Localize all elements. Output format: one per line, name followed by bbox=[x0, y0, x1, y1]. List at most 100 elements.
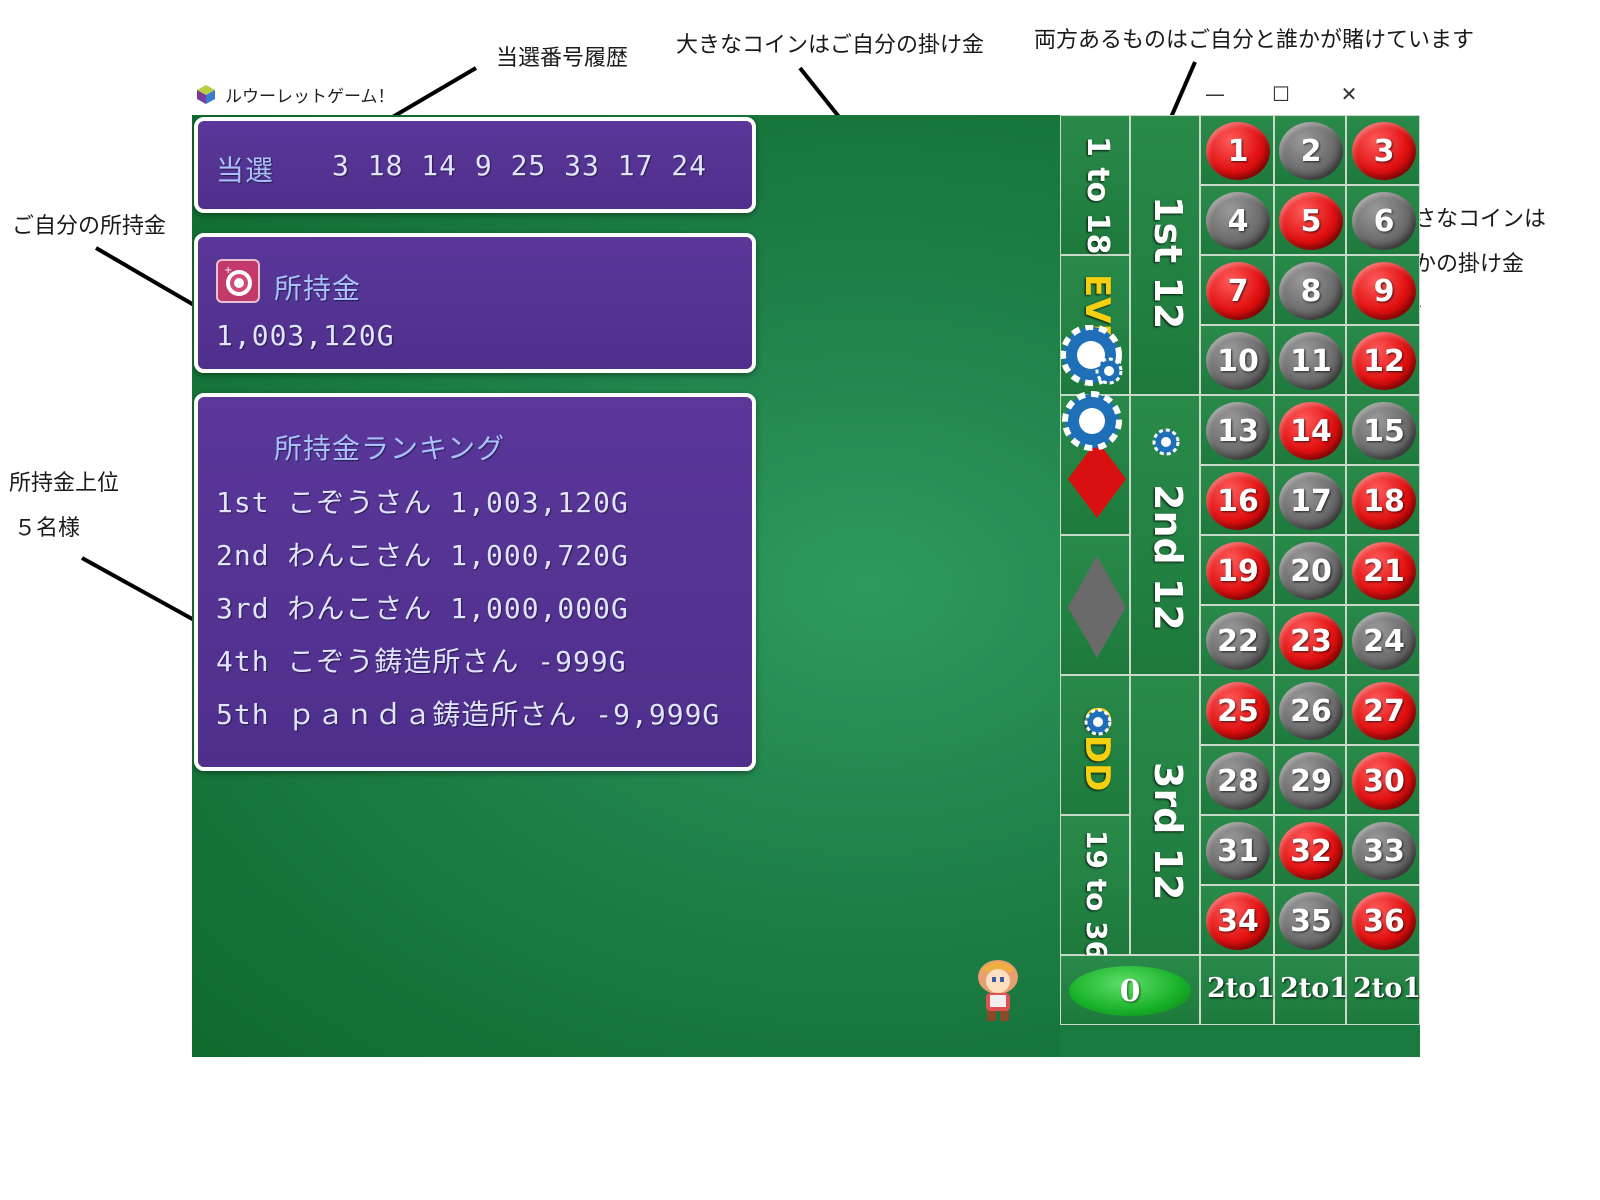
bet-number-cell[interactable]: 25 bbox=[1200, 675, 1274, 745]
bet-number-cell[interactable]: 8 bbox=[1274, 255, 1346, 325]
number-ball: 20 bbox=[1279, 542, 1343, 600]
number-ball: 22 bbox=[1206, 612, 1270, 670]
bet-number-cell[interactable]: 23 bbox=[1274, 605, 1346, 675]
bet-odd[interactable]: ODD bbox=[1060, 675, 1130, 815]
bet-dozen-3[interactable]: 3rd 12 bbox=[1130, 675, 1200, 955]
bet-number-cell[interactable]: 29 bbox=[1274, 745, 1346, 815]
number-ball: 33 bbox=[1352, 822, 1416, 880]
bet-number-cell[interactable]: 14 bbox=[1274, 395, 1346, 465]
money-panel: + 所持金 1,003,120G bbox=[194, 233, 756, 373]
small-chip-icon bbox=[1084, 708, 1112, 736]
annotation-top5-2: ５名様 bbox=[14, 516, 81, 541]
bet-low-1-18[interactable]: 1 to 18 bbox=[1060, 115, 1130, 255]
number-ball: 31 bbox=[1206, 822, 1270, 880]
number-ball: 16 bbox=[1206, 472, 1270, 530]
money-value: 1,003,120G bbox=[216, 319, 395, 352]
chip-icon bbox=[1062, 391, 1122, 451]
bet-number-cell[interactable]: 1 bbox=[1200, 115, 1274, 185]
app-icon bbox=[197, 85, 215, 104]
number-ball: 17 bbox=[1279, 472, 1343, 530]
number-ball: 13 bbox=[1206, 402, 1270, 460]
bet-high-19-36[interactable]: 19 to 36 bbox=[1060, 815, 1130, 960]
number-ball: 14 bbox=[1279, 402, 1343, 460]
close-button[interactable]: ✕ bbox=[1319, 74, 1379, 114]
bet-number-cell[interactable]: 22 bbox=[1200, 605, 1274, 675]
number-ball: 9 bbox=[1352, 262, 1416, 320]
bet-number-cell[interactable]: 33 bbox=[1346, 815, 1420, 885]
number-ball: 18 bbox=[1352, 472, 1416, 530]
bet-number-cell[interactable]: 35 bbox=[1274, 885, 1346, 955]
bet-number-cell[interactable]: 31 bbox=[1200, 815, 1274, 885]
bet-number-cell[interactable]: 10 bbox=[1200, 325, 1274, 395]
bet-black[interactable] bbox=[1060, 535, 1130, 675]
number-ball: 3 bbox=[1352, 122, 1416, 180]
bet-zero[interactable]: 0 bbox=[1060, 955, 1200, 1025]
bet-number-cell[interactable]: 34 bbox=[1200, 885, 1274, 955]
bet-number-cell[interactable]: 9 bbox=[1346, 255, 1420, 325]
window-title: ルウーレットゲーム！ bbox=[225, 86, 395, 107]
annotation-both: 両方あるものはご自分と誰かが賭けています bbox=[1034, 28, 1475, 53]
game-canvas[interactable]: 当選 3 18 14 9 25 33 17 24 + 所持金 1,003,120… bbox=[192, 115, 1420, 1057]
number-ball: 8 bbox=[1279, 262, 1343, 320]
number-ball: 2 bbox=[1279, 122, 1343, 180]
bet-number-cell[interactable]: 19 bbox=[1200, 535, 1274, 605]
svg-text:+: + bbox=[224, 265, 232, 276]
bet-dozen-1[interactable]: 1st 12 bbox=[1130, 115, 1200, 395]
ranking-row: 4th こぞう鋳造所さん -999G bbox=[216, 645, 627, 678]
number-ball: 21 bbox=[1352, 542, 1416, 600]
bet-number-cell[interactable]: 30 bbox=[1346, 745, 1420, 815]
bet-number-cell[interactable]: 13 bbox=[1200, 395, 1274, 465]
number-ball: 26 bbox=[1279, 682, 1343, 740]
bet-number-cell[interactable]: 18 bbox=[1346, 465, 1420, 535]
number-ball: 28 bbox=[1206, 752, 1270, 810]
player-character-sprite bbox=[978, 960, 1018, 1021]
number-ball: 25 bbox=[1206, 682, 1270, 740]
bet-number-cell[interactable]: 28 bbox=[1200, 745, 1274, 815]
number-ball: 32 bbox=[1279, 822, 1343, 880]
bet-number-cell[interactable]: 2 bbox=[1274, 115, 1346, 185]
bet-column-1[interactable]: 2to1 bbox=[1200, 955, 1275, 1025]
number-ball: 36 bbox=[1352, 892, 1416, 950]
bet-number-cell[interactable]: 7 bbox=[1200, 255, 1274, 325]
bet-number-cell[interactable]: 36 bbox=[1346, 885, 1420, 955]
bet-number-cell[interactable]: 21 bbox=[1346, 535, 1420, 605]
bet-number-cell[interactable]: 11 bbox=[1274, 325, 1346, 395]
bet-number-cell[interactable]: 32 bbox=[1274, 815, 1346, 885]
dozen-label: 2nd 12 bbox=[1146, 484, 1190, 631]
bet-number-cell[interactable]: 12 bbox=[1346, 325, 1420, 395]
number-ball: 5 bbox=[1279, 192, 1343, 250]
bet-column-2[interactable]: 2to1 bbox=[1274, 955, 1348, 1025]
minimize-button[interactable]: — bbox=[1185, 74, 1245, 114]
bet-number-cell[interactable]: 15 bbox=[1346, 395, 1420, 465]
chip-icon bbox=[1061, 325, 1123, 386]
bet-number-cell[interactable]: 17 bbox=[1274, 465, 1346, 535]
bet-number-cell[interactable]: 20 bbox=[1274, 535, 1346, 605]
ranking-row: 3rd わんこさん 1,000,000G bbox=[216, 592, 629, 625]
bet-number-cell[interactable]: 24 bbox=[1346, 605, 1420, 675]
small-chip-icon bbox=[1152, 428, 1180, 456]
annotation-big-coin: 大きなコインはご自分の掛け金 bbox=[676, 33, 985, 58]
number-ball: 34 bbox=[1206, 892, 1270, 950]
ranking-row: 2nd わんこさん 1,000,720G bbox=[216, 539, 629, 572]
annotation-top5-1: 所持金上位 bbox=[9, 471, 120, 496]
bet-number-cell[interactable]: 27 bbox=[1346, 675, 1420, 745]
maximize-button[interactable]: ☐ bbox=[1251, 74, 1311, 114]
bet-number-cell[interactable]: 4 bbox=[1200, 185, 1274, 255]
bet-number-cell[interactable]: 3 bbox=[1346, 115, 1420, 185]
bet-number-cell[interactable]: 16 bbox=[1200, 465, 1274, 535]
bet-number-cell[interactable]: 6 bbox=[1346, 185, 1420, 255]
number-ball: 24 bbox=[1352, 612, 1416, 670]
column-label: 2to1 bbox=[1353, 973, 1420, 1004]
roulette-board: 1 to 18 EVEN ODD 19 to 36 1st 12 2nd 12 bbox=[1060, 115, 1420, 1057]
ranking-panel: 所持金ランキング 1st こぞうさん 1,003,120G 2nd わんこさん … bbox=[194, 393, 756, 771]
number-ball: 4 bbox=[1206, 192, 1270, 250]
number-ball: 23 bbox=[1279, 612, 1343, 670]
dozen-label: 1st 12 bbox=[1146, 196, 1190, 330]
black-diamond-icon bbox=[1068, 556, 1126, 658]
bet-number-cell[interactable]: 5 bbox=[1274, 185, 1346, 255]
bet-number-cell[interactable]: 26 bbox=[1274, 675, 1346, 745]
coin-purse-icon: + bbox=[216, 259, 260, 303]
number-ball: 35 bbox=[1279, 892, 1343, 950]
bet-column-3[interactable]: 2to1 bbox=[1346, 955, 1420, 1025]
number-ball: 12 bbox=[1352, 332, 1416, 390]
